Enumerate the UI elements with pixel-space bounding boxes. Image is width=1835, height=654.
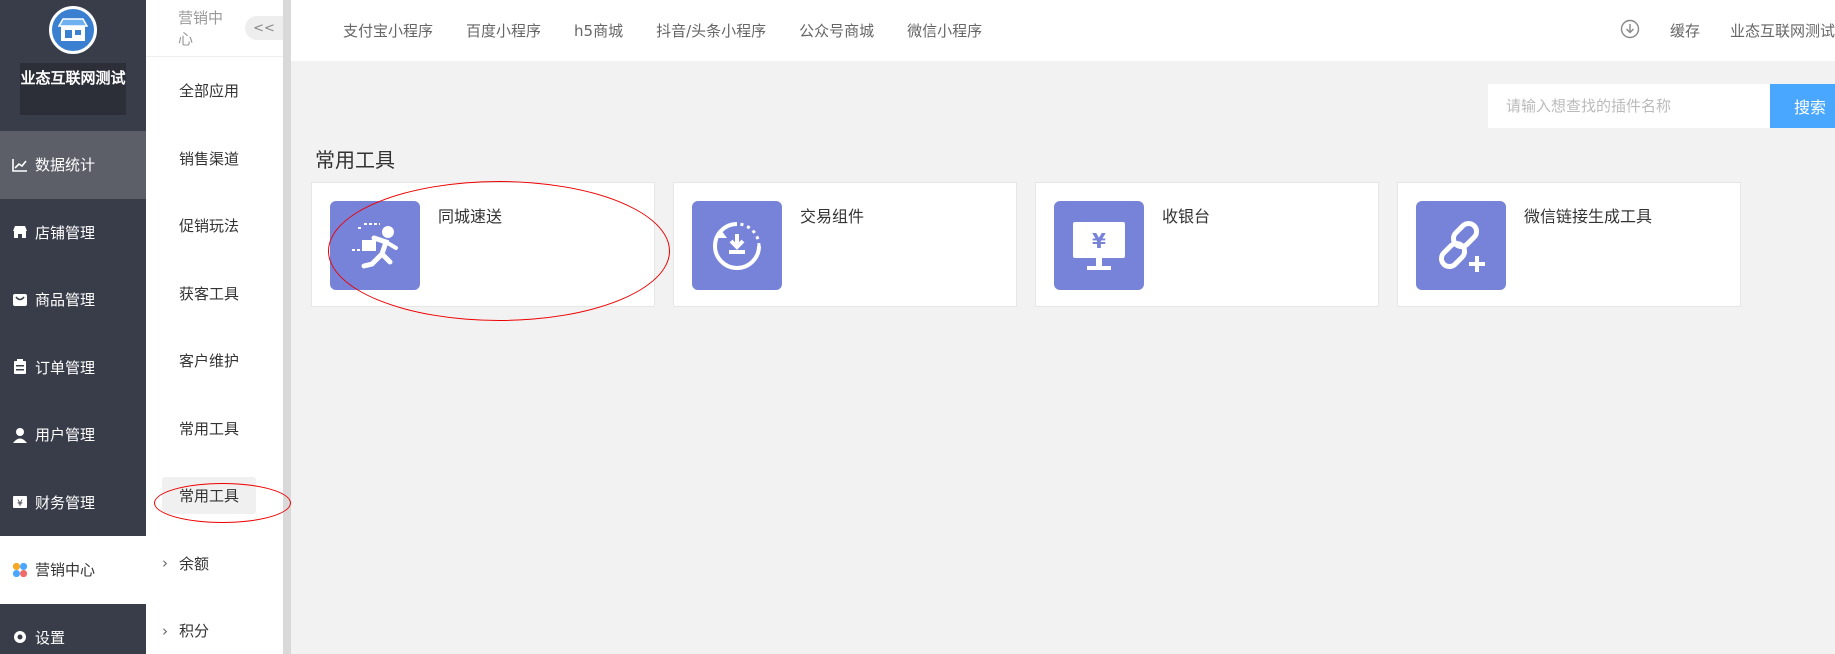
plugin-card-trade-component[interactable]: 交易组件	[673, 182, 1017, 307]
sub-item-label: 促销玩法	[179, 217, 240, 236]
yen-card-icon: ¥	[12, 494, 28, 510]
shop-logo-area: 业态互联网测试	[0, 0, 146, 131]
tab-douyin-miniapp[interactable]: 抖音/头条小程序	[656, 20, 766, 41]
shop-name[interactable]: 业态互联网测试	[20, 63, 126, 115]
sub-item-sales-channel[interactable]: 销售渠道	[146, 125, 283, 193]
tab-wechat-miniapp[interactable]: 微信小程序	[907, 20, 982, 41]
sidebar-item-data-stats[interactable]: 数据统计	[0, 131, 146, 199]
sidebar-item-label: 设置	[35, 628, 66, 647]
cache-button[interactable]: 缓存	[1670, 20, 1700, 41]
sub-item-acquisition[interactable]: 获客工具	[146, 260, 283, 328]
sub-item-common-tools[interactable]: 常用工具	[146, 395, 283, 463]
plugin-card-wechat-link-generator[interactable]: 微信链接生成工具	[1397, 182, 1741, 307]
sub-menu-header: 营销中心 <<	[146, 0, 283, 57]
sidebar-item-marketing[interactable]: 营销中心	[0, 536, 146, 604]
sub-item-label: 获客工具	[179, 284, 240, 303]
plugin-name: 收银台	[1162, 207, 1211, 226]
sidebar-item-label: 数据统计	[35, 156, 96, 175]
plugin-name: 微信链接生成工具	[1524, 207, 1653, 226]
sub-item-label: 余额	[179, 554, 210, 573]
user-icon	[12, 427, 28, 443]
svg-text:¥: ¥	[1092, 229, 1106, 253]
sidebar-item-orders[interactable]: 订单管理	[0, 334, 146, 402]
monitor-yen-icon: ¥	[1054, 201, 1144, 290]
sub-item-common-tools-selected[interactable]: 常用工具	[146, 462, 283, 530]
sub-item-label: 积分	[179, 622, 210, 641]
clipboard-icon	[12, 359, 28, 375]
sub-menu-title: 营销中心	[178, 9, 224, 48]
sub-item-customer-care[interactable]: 客户维护	[146, 327, 283, 395]
plugin-list: 同城速送 交易组件 ¥ 收银台 微信链接生成工具	[311, 182, 1759, 307]
top-bar: 支付宝小程序 百度小程序 h5商城 抖音/头条小程序 公众号商城 微信小程序 缓…	[291, 0, 1835, 61]
sidebar-item-label: 用户管理	[35, 426, 96, 445]
tab-official-account-mall[interactable]: 公众号商城	[799, 20, 874, 41]
bag-icon	[12, 292, 28, 308]
sidebar-item-store[interactable]: 店铺管理	[0, 199, 146, 267]
sub-item-all-apps[interactable]: 全部应用	[146, 57, 283, 125]
sub-menu: 营销中心 << 全部应用 销售渠道 促销玩法 获客工具 客户维护 常用工具 常用…	[146, 0, 283, 654]
svg-text:¥: ¥	[17, 499, 23, 509]
top-bar-right: 缓存 业态互联网测试	[1590, 0, 1835, 61]
search-input[interactable]	[1488, 84, 1770, 128]
chevron-right-icon: ›	[162, 554, 168, 573]
sidebar-item-label: 订单管理	[35, 358, 96, 377]
sidebar-item-label: 商品管理	[35, 291, 96, 310]
sub-item-balance[interactable]: › 余额	[146, 530, 283, 598]
sub-item-label: 常用工具	[179, 419, 240, 438]
chart-line-icon	[12, 157, 28, 173]
runner-icon	[330, 201, 420, 290]
tab-h5-mall[interactable]: h5商城	[574, 20, 623, 41]
sidebar-item-label: 财务管理	[35, 493, 96, 512]
sub-item-label: 销售渠道	[179, 149, 240, 168]
plugin-card-cashier[interactable]: ¥ 收银台	[1035, 182, 1379, 307]
refresh-download-icon	[692, 201, 782, 290]
plugin-search: 搜索	[1488, 84, 1835, 128]
store-icon	[12, 224, 28, 240]
download-icon[interactable]	[1620, 19, 1640, 43]
sidebar-item-settings[interactable]: 设置	[0, 604, 146, 654]
sub-item-points[interactable]: › 积分	[146, 597, 283, 654]
marketing-petals-icon	[12, 562, 28, 578]
chevron-right-icon: ›	[162, 621, 168, 640]
sub-item-label: 全部应用	[179, 82, 240, 101]
sub-item-promotion[interactable]: 促销玩法	[146, 192, 283, 260]
plugin-name: 交易组件	[800, 207, 865, 226]
plugin-name: 同城速送	[438, 207, 503, 226]
sub-item-label: 客户维护	[179, 352, 240, 371]
plugin-card-same-city-delivery[interactable]: 同城速送	[311, 182, 655, 307]
sidebar-item-finance[interactable]: ¥ 财务管理	[0, 469, 146, 537]
collapse-button[interactable]: <<	[245, 16, 283, 40]
tab-baidu-miniapp[interactable]: 百度小程序	[466, 20, 541, 41]
sidebar-item-label: 营销中心	[35, 561, 96, 580]
section-title: 常用工具	[315, 148, 395, 172]
link-plus-icon	[1416, 201, 1506, 290]
sidebar-item-goods[interactable]: 商品管理	[0, 266, 146, 334]
sub-item-label: 常用工具	[162, 477, 257, 515]
sidebar-item-users[interactable]: 用户管理	[0, 401, 146, 469]
sub-menu-scrollbar[interactable]	[283, 0, 291, 654]
main-sidebar: 业态互联网测试 数据统计 店铺管理 商品管理 订单管理 用户管理 ¥ 财务管理 …	[0, 0, 146, 654]
shop-logo-icon[interactable]	[49, 6, 97, 54]
gear-icon	[12, 629, 28, 645]
account-name[interactable]: 业态互联网测试	[1730, 20, 1835, 41]
search-button[interactable]: 搜索	[1770, 84, 1835, 128]
sidebar-item-label: 店铺管理	[35, 223, 96, 242]
tab-alipay-miniapp[interactable]: 支付宝小程序	[343, 20, 433, 41]
